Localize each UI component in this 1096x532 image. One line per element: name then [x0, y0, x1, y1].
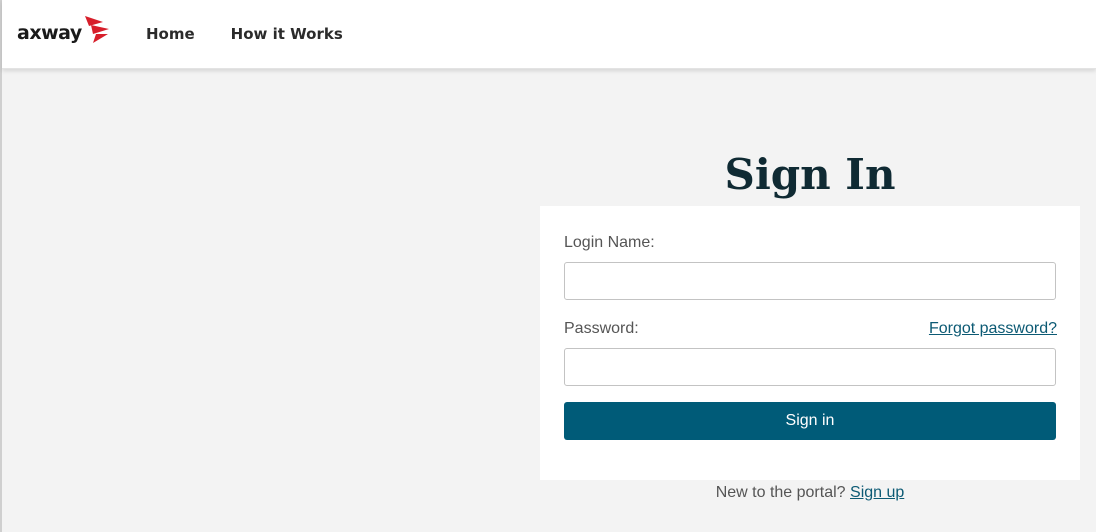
login-name-label: Login Name: — [564, 234, 655, 251]
brand-logo[interactable]: axway — [17, 12, 111, 46]
sign-in-button[interactable]: Sign in — [564, 402, 1056, 440]
password-label: Password: — [564, 320, 639, 337]
chevron-stack-icon — [84, 16, 109, 43]
password-input[interactable] — [564, 348, 1056, 386]
sign-up-link[interactable]: Sign up — [850, 484, 904, 501]
page: axway Home How it Works Sign In Login Na… — [0, 0, 1096, 532]
login-name-input[interactable] — [564, 262, 1056, 300]
brand-name: axway — [17, 22, 82, 44]
nav-how-it-works-link[interactable]: How it Works — [231, 24, 343, 44]
top-navbar: axway Home How it Works — [2, 0, 1096, 69]
main-nav: Home How it Works — [146, 24, 343, 44]
signin-card: Login Name: Password: Forgot password? S… — [540, 206, 1080, 480]
nav-home-link[interactable]: Home — [146, 24, 195, 44]
page-title: Sign In — [724, 150, 896, 199]
signup-prompt: New to the portal? Sign up — [540, 483, 1080, 503]
new-to-portal-text: New to the portal? — [715, 484, 846, 501]
forgot-password-link[interactable]: Forgot password? — [929, 319, 1057, 339]
